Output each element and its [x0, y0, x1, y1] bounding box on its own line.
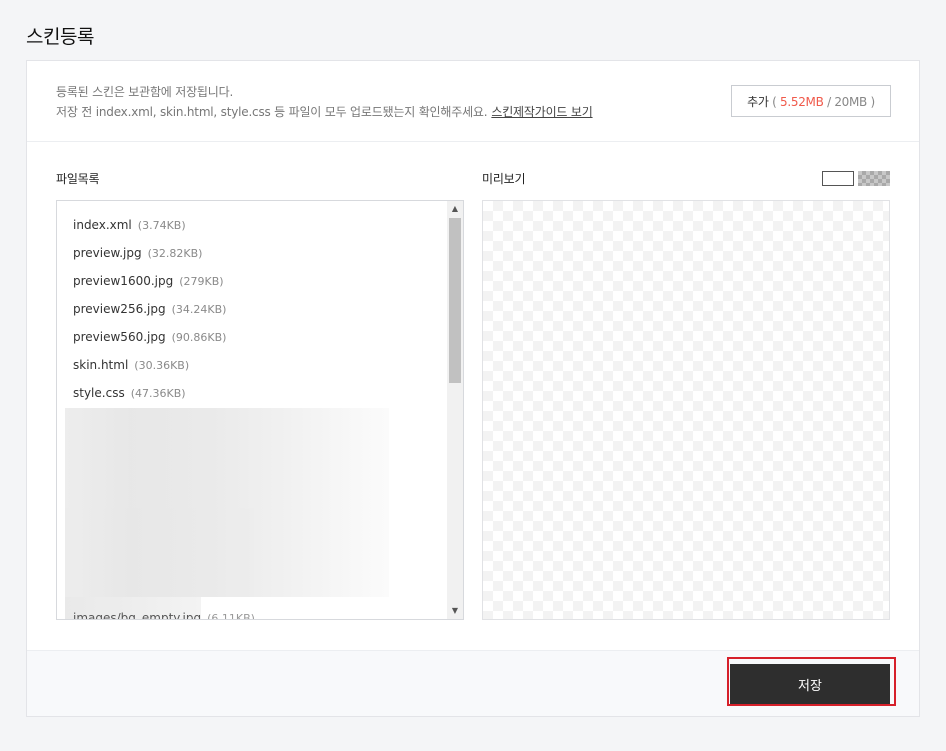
notice-section: 등록된 스킨은 보관함에 저장됩니다. 저장 전 index.xml, skin…: [27, 61, 919, 142]
page-title: 스킨등록: [26, 26, 94, 48]
notice-text-check: 저장 전 index.xml, skin.html, style.css 등 파…: [56, 103, 593, 120]
file-name: images/bg_empty.jpg: [73, 611, 202, 620]
notice-check-text: 저장 전 index.xml, skin.html, style.css 등 파…: [56, 105, 488, 119]
file-size: (279KB): [179, 275, 224, 288]
file-size: (90.86KB): [171, 331, 227, 344]
file-size: (30.36KB): [134, 359, 190, 372]
file-item[interactable]: index.xml (3.74KB): [73, 217, 226, 245]
notice-text-saved: 등록된 스킨은 보관함에 저장됩니다.: [56, 85, 234, 99]
preview-area: [482, 200, 890, 620]
scroll-up-arrow-icon[interactable]: ▲: [447, 201, 463, 217]
skin-register-panel: 등록된 스킨은 보관함에 저장됩니다. 저장 전 index.xml, skin…: [26, 60, 920, 717]
file-size: (6.11KB): [207, 612, 255, 620]
file-size: (32.82KB): [147, 247, 203, 260]
file-item[interactable]: preview560.jpg (90.86KB): [73, 329, 226, 357]
add-button-label: 추가: [747, 94, 769, 109]
file-size: (3.74KB): [137, 219, 186, 232]
save-button[interactable]: 저장: [730, 664, 890, 704]
storage-limit: / 20MB ): [827, 94, 875, 109]
file-item-partial[interactable]: images/bg_empty.jpg (6.11KB): [73, 611, 255, 620]
white-background-toggle[interactable]: [822, 171, 854, 186]
preview-label: 미리보기: [482, 172, 526, 186]
scroll-down-arrow-icon[interactable]: ▼: [447, 603, 463, 619]
file-item[interactable]: preview.jpg (32.82KB): [73, 245, 226, 273]
file-list-label: 파일목록: [56, 172, 100, 186]
checkered-background-toggle[interactable]: [858, 171, 890, 186]
file-name: skin.html: [73, 358, 129, 372]
file-name: preview1600.jpg: [73, 274, 174, 288]
file-list: index.xml (3.74KB) preview.jpg (32.82KB) p…: [73, 217, 226, 413]
file-size: (34.24KB): [171, 303, 227, 316]
file-name: style.css: [73, 386, 125, 400]
file-name: preview560.jpg: [73, 330, 166, 344]
storage-used: 5.52MB: [780, 94, 824, 109]
file-list-box[interactable]: index.xml (3.74KB) preview.jpg (32.82KB) p…: [56, 200, 464, 620]
file-size: (47.36KB): [130, 387, 186, 400]
footer-bar: 저장: [27, 650, 919, 716]
file-name: preview256.jpg: [73, 302, 166, 316]
file-item[interactable]: preview256.jpg (34.24KB): [73, 301, 226, 329]
file-name: preview.jpg: [73, 246, 142, 260]
scroll-thumb[interactable]: [449, 218, 461, 383]
blurred-region: [65, 408, 389, 619]
file-name: index.xml: [73, 218, 132, 232]
add-button-open-paren: (: [772, 94, 777, 109]
file-list-scrollbar[interactable]: ▲ ▼: [447, 201, 463, 619]
add-file-button[interactable]: 추가 ( 5.52MB / 20MB ): [731, 85, 891, 117]
file-item[interactable]: skin.html (30.36KB): [73, 357, 226, 385]
skin-guide-link[interactable]: 스킨제작가이드 보기: [491, 105, 592, 119]
file-item[interactable]: preview1600.jpg (279KB): [73, 273, 226, 301]
